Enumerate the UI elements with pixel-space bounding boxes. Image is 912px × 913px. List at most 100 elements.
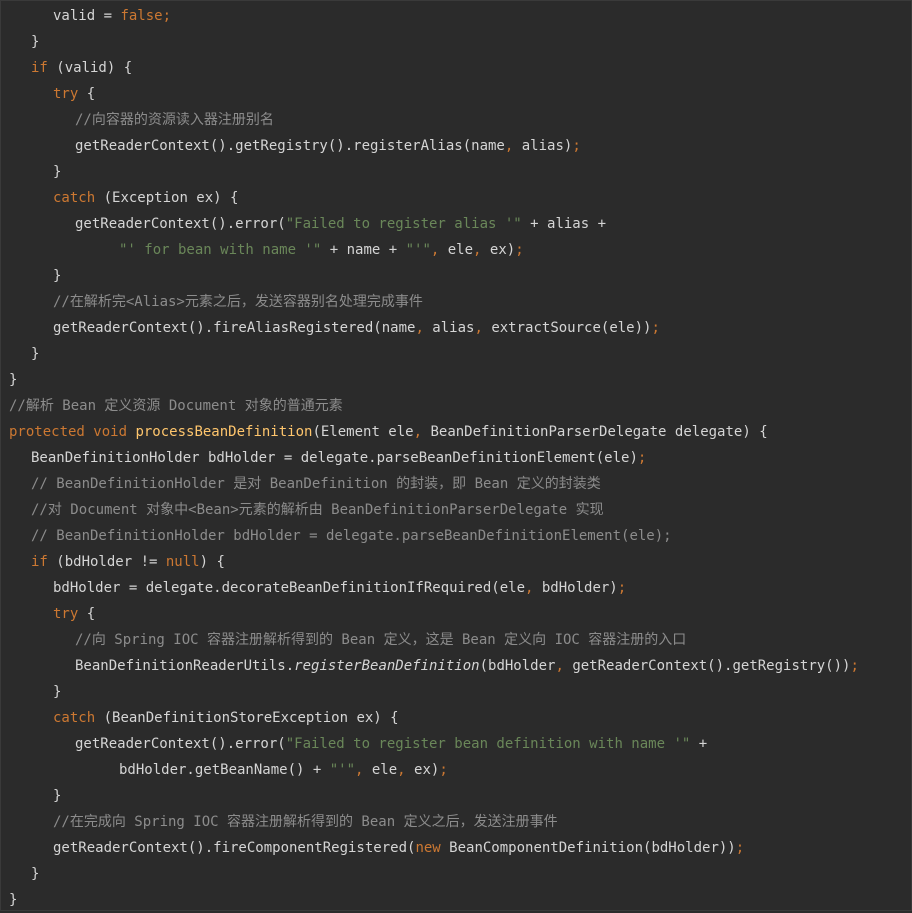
- code-line: }: [9, 679, 911, 705]
- code-token: getReaderContext().getRegistry().registe…: [75, 138, 505, 154]
- code-line: getReaderContext().error("Failed to regi…: [9, 211, 911, 237]
- code-line: catch (Exception ex) {: [9, 185, 911, 211]
- code-line: //在完成向 Spring IOC 容器注册解析得到的 Bean 定义之后，发送…: [9, 809, 911, 835]
- code-token: getReaderContext().error(: [75, 216, 286, 232]
- code-token: bdHolder.getBeanName() +: [119, 762, 330, 778]
- code-token: getReaderContext().fireAliasRegistered(n…: [53, 320, 416, 336]
- code-token: "Failed to register bean definition with…: [285, 736, 691, 752]
- code-token: "'": [329, 762, 356, 778]
- code-token: ,: [555, 658, 573, 674]
- code-line: // BeanDefinitionHolder bdHolder = deleg…: [9, 523, 911, 549]
- code-token: valid =: [53, 8, 121, 24]
- code-token: extractSource(ele)): [491, 320, 652, 336]
- code-token: ,: [397, 762, 415, 778]
- code-token: (bdHolder !=: [47, 554, 166, 570]
- code-line: //向 Spring IOC 容器注册解析得到的 Bean 定义，这是 Bean…: [9, 627, 911, 653]
- code-token: + name +: [321, 242, 406, 258]
- code-token: //在解析完<Alias>元素之后，发送容器别名处理完成事件: [53, 294, 423, 310]
- code-token: ;: [850, 658, 859, 674]
- code-token: (valid) {: [47, 60, 133, 76]
- code-token: "'": [405, 242, 431, 258]
- code-token: ele: [447, 242, 474, 258]
- code-line: if (valid) {: [9, 55, 911, 81]
- code-block: valid = false;} if (valid) { try { //向容器的资源…: [9, 3, 911, 913]
- code-token: if: [31, 60, 48, 76]
- code-token: }: [9, 892, 18, 908]
- code-line: }: [9, 367, 911, 393]
- code-line: bdHolder.getBeanName() + "'", ele, ex);: [9, 757, 911, 783]
- code-token: protected void: [9, 424, 136, 440]
- code-line: getReaderContext().error("Failed to regi…: [9, 731, 911, 757]
- code-line: }: [9, 861, 911, 887]
- code-token: "' for bean with name '": [119, 242, 322, 258]
- code-token: BeanComponentDefinition(bdHolder)): [449, 840, 736, 856]
- code-token: //向容器的资源读入器注册别名: [75, 112, 274, 128]
- code-token: ;: [572, 138, 581, 154]
- code-token: {: [78, 86, 96, 102]
- code-token: catch: [53, 190, 96, 206]
- code-line: try {: [9, 601, 911, 627]
- code-token: processBeanDefinition: [135, 424, 313, 440]
- code-line: bdHolder = delegate.decorateBeanDefiniti…: [9, 575, 911, 601]
- code-token: try: [53, 606, 79, 622]
- code-token: //在完成向 Spring IOC 容器注册解析得到的 Bean 定义之后，发送…: [53, 814, 558, 830]
- code-token: }: [31, 866, 40, 882]
- code-token: (bdHolder: [479, 658, 556, 674]
- code-token: (Exception ex) {: [95, 190, 239, 206]
- code-token: }: [53, 268, 62, 284]
- code-token: catch: [53, 710, 96, 726]
- code-token: + alias +: [521, 216, 607, 232]
- code-line: valid = false;: [9, 3, 911, 29]
- code-token: null: [165, 554, 200, 570]
- code-token: ;: [162, 8, 172, 24]
- code-token: getReaderContext().error(: [75, 736, 286, 752]
- code-line: getReaderContext().getRegistry().registe…: [9, 133, 911, 159]
- code-line: // BeanDefinitionHolder 是对 BeanDefinitio…: [9, 471, 911, 497]
- code-line: getReaderContext().fireComponentRegister…: [9, 835, 911, 861]
- code-token: ,: [415, 320, 433, 336]
- code-line: if (bdHolder != null) {: [9, 549, 911, 575]
- code-token: ,: [413, 424, 431, 440]
- code-token: ex): [489, 242, 516, 258]
- code-line: getReaderContext().fireAliasRegistered(n…: [9, 315, 911, 341]
- code-token: ,: [525, 580, 542, 596]
- code-token: ,: [504, 138, 522, 154]
- code-token: (BeanDefinitionStoreException ex) {: [95, 710, 399, 726]
- code-token: BeanDefinitionReaderUtils.: [75, 658, 295, 674]
- code-token: +: [690, 736, 708, 752]
- code-token: // BeanDefinitionHolder bdHolder = deleg…: [31, 528, 672, 544]
- code-editor[interactable]: valid = false;} if (valid) { try { //向容器的资源…: [0, 0, 912, 911]
- code-line: }: [9, 263, 911, 289]
- code-line: catch (BeanDefinitionStoreException ex) …: [9, 705, 911, 731]
- code-line: //解析 Bean 定义资源 Document 对象的普通元素: [9, 393, 911, 419]
- code-line: "' for bean with name '" + name + "'", e…: [9, 237, 911, 263]
- code-line: }: [9, 341, 911, 367]
- code-line: BeanDefinitionHolder bdHolder = delegate…: [9, 445, 911, 471]
- code-token: //解析 Bean 定义资源 Document 对象的普通元素: [9, 398, 343, 414]
- code-token: false: [120, 8, 163, 24]
- code-token: BeanDefinitionHolder bdHolder = delegate…: [31, 450, 638, 466]
